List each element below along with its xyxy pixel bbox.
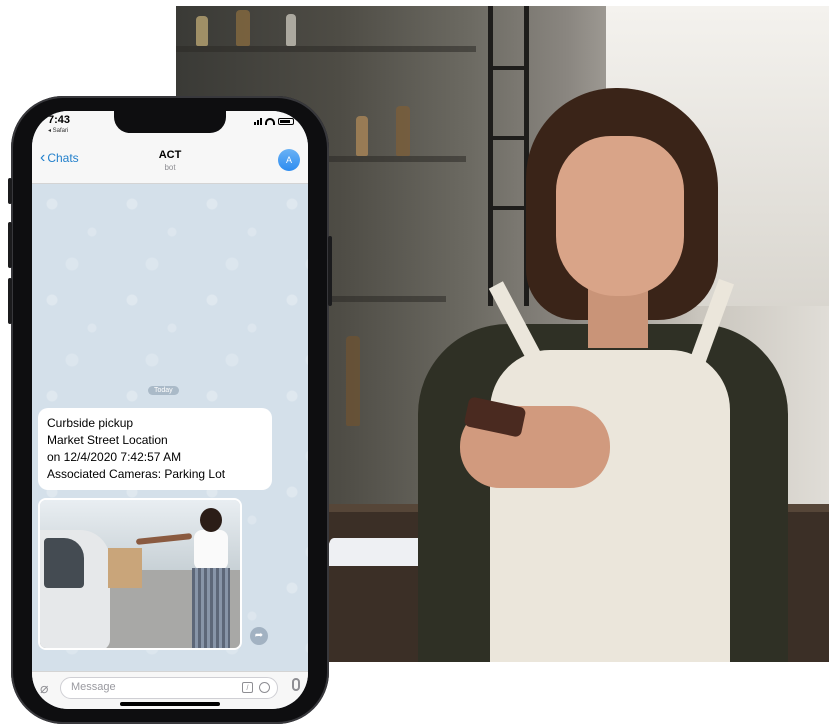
chat-header: ‹ Chats ACT bot A: [32, 139, 308, 184]
snapshot-person-body: [194, 530, 228, 570]
woman-face: [556, 136, 684, 296]
signal-icon: [254, 117, 262, 125]
photo-bottle: [286, 14, 296, 46]
snapshot-person: [190, 508, 230, 648]
photo-ladder-rung: [488, 66, 528, 70]
photo-bottle: [236, 10, 250, 46]
volume-up-button: [8, 222, 12, 268]
phone-notch: [114, 111, 226, 133]
camera-snapshot-image[interactable]: [38, 498, 242, 650]
message-line: Market Street Location: [47, 433, 168, 447]
phone-screen: 7:43 ◂ Safari ‹ Chats ACT bot A Today Cu…: [32, 111, 308, 709]
volume-down-button: [8, 278, 12, 324]
clock-icon[interactable]: [259, 682, 270, 693]
avatar[interactable]: A: [278, 149, 300, 171]
snapshot-person-apron: [192, 568, 230, 648]
message-placeholder: Message: [71, 681, 116, 693]
snapshot-person-head: [200, 508, 222, 532]
woman-apron: [490, 350, 730, 662]
status-icons: [254, 117, 294, 125]
date-separator: Today: [148, 386, 179, 395]
snapshot-car-window: [44, 538, 84, 588]
paperclip-icon[interactable]: ⌀: [40, 680, 48, 697]
status-time: 7:43: [48, 114, 71, 126]
chat-title[interactable]: ACT: [32, 149, 308, 161]
wifi-icon: [265, 117, 275, 125]
chat-area[interactable]: Today Curbside pickup Market Street Loca…: [32, 184, 308, 671]
message-line: on 12/4/2020 7:42:57 AM: [47, 450, 182, 464]
power-button: [328, 236, 332, 306]
back-to-app-link[interactable]: ◂ Safari: [48, 127, 68, 134]
photo-shelf: [176, 46, 476, 52]
message-input[interactable]: Message /: [60, 677, 278, 699]
message-line: Associated Cameras: Parking Lot: [47, 467, 226, 481]
message-bubble[interactable]: Curbside pickup Market Street Location o…: [38, 408, 272, 490]
snapshot-package: [108, 548, 142, 588]
message-line: Curbside pickup: [47, 416, 134, 430]
chat-subtitle: bot: [164, 163, 176, 172]
battery-icon: [278, 117, 294, 125]
share-icon[interactable]: ➦: [250, 627, 268, 645]
woman-figure: [398, 88, 788, 662]
command-icon[interactable]: /: [242, 682, 253, 693]
mute-switch: [8, 178, 12, 204]
photo-bottle: [356, 116, 368, 156]
microphone-icon[interactable]: [292, 678, 300, 691]
phone-mockup: 7:43 ◂ Safari ‹ Chats ACT bot A Today Cu…: [8, 96, 332, 724]
home-indicator[interactable]: [120, 702, 220, 706]
photo-bottle: [346, 336, 360, 426]
photo-bottle: [196, 16, 208, 46]
